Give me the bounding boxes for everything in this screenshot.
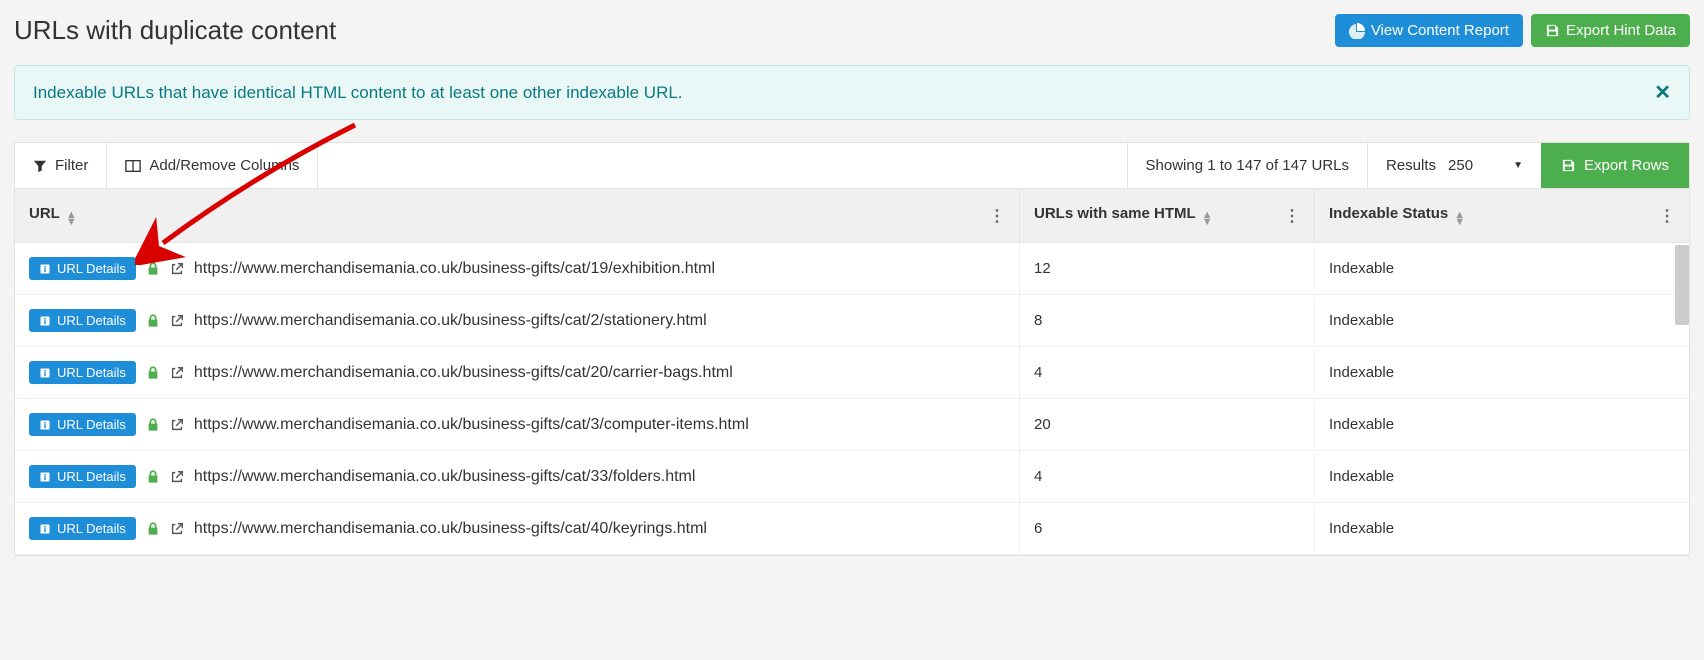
data-table: URL ▲▼ ⋮ URLs with same HTML ▲▼ ⋮ Indexabl… — [14, 188, 1690, 556]
export-rows-label: Export Rows — [1584, 157, 1669, 174]
info-alert: Indexable URLs that have identical HTML … — [14, 65, 1690, 120]
export-hint-data-button[interactable]: Export Hint Data — [1531, 14, 1690, 47]
external-link-icon[interactable] — [170, 418, 184, 432]
column-menu-icon[interactable]: ⋮ — [1659, 206, 1675, 226]
filter-button[interactable]: Filter — [15, 143, 107, 188]
sort-icon: ▲▼ — [66, 212, 77, 226]
lock-icon — [146, 313, 160, 328]
table-toolbar: Filter Add/Remove Columns Showing 1 to 1… — [14, 142, 1690, 188]
url-details-label: URL Details — [57, 469, 126, 484]
table-row: URL Details https://www.merchandisemania… — [15, 347, 1689, 399]
columns-icon — [125, 159, 141, 173]
url-text[interactable]: https://www.merchandisemania.co.uk/busin… — [194, 416, 749, 434]
results-value: 250 — [1448, 157, 1473, 174]
table-row: URL Details https://www.merchandisemania… — [15, 451, 1689, 503]
table-row: URL Details https://www.merchandisemania… — [15, 243, 1689, 295]
alert-text: Indexable URLs that have identical HTML … — [33, 83, 683, 103]
sort-icon: ▲▼ — [1202, 212, 1213, 226]
url-text[interactable]: https://www.merchandisemania.co.uk/busin… — [194, 520, 707, 538]
url-text[interactable]: https://www.merchandisemania.co.uk/busin… — [194, 312, 707, 330]
info-icon — [39, 471, 51, 483]
column-header-status-label: Indexable Status — [1329, 205, 1448, 222]
info-icon — [39, 263, 51, 275]
external-link-icon[interactable] — [170, 366, 184, 380]
url-details-button[interactable]: URL Details — [29, 257, 136, 280]
count-cell: 12 — [1020, 246, 1315, 291]
status-cell: Indexable — [1315, 402, 1689, 447]
count-cell: 8 — [1020, 298, 1315, 343]
status-cell: Indexable — [1315, 298, 1689, 343]
url-details-button[interactable]: URL Details — [29, 465, 136, 488]
info-icon — [39, 315, 51, 327]
view-content-report-button[interactable]: View Content Report — [1335, 14, 1523, 47]
export-hint-data-label: Export Hint Data — [1566, 22, 1676, 39]
export-rows-button[interactable]: Export Rows — [1541, 143, 1689, 188]
showing-count-text: Showing 1 to 147 of 147 URLs — [1146, 157, 1349, 174]
table-row: URL Details https://www.merchandisemania… — [15, 503, 1689, 555]
column-header-url-label: URL — [29, 205, 60, 222]
sort-icon: ▲▼ — [1454, 212, 1465, 226]
results-per-page[interactable]: Results 250 ▼ — [1367, 143, 1541, 188]
close-icon[interactable]: ✕ — [1654, 80, 1671, 105]
columns-label: Add/Remove Columns — [149, 157, 299, 174]
url-details-button[interactable]: URL Details — [29, 517, 136, 540]
status-cell: Indexable — [1315, 246, 1689, 291]
count-cell: 4 — [1020, 454, 1315, 499]
status-cell: Indexable — [1315, 506, 1689, 551]
toolbar-spacer — [318, 143, 1126, 188]
url-details-label: URL Details — [57, 261, 126, 276]
column-header-status[interactable]: Indexable Status ▲▼ ⋮ — [1315, 189, 1689, 242]
lock-icon — [146, 261, 160, 276]
page-title: URLs with duplicate content — [14, 15, 336, 46]
url-details-label: URL Details — [57, 417, 126, 432]
info-icon — [39, 523, 51, 535]
lock-icon — [146, 469, 160, 484]
filter-icon — [33, 159, 47, 173]
status-cell: Indexable — [1315, 350, 1689, 395]
lock-icon — [146, 521, 160, 536]
chevron-down-icon: ▼ — [1513, 160, 1523, 171]
url-details-button[interactable]: URL Details — [29, 413, 136, 436]
url-text[interactable]: https://www.merchandisemania.co.uk/busin… — [194, 468, 696, 486]
count-cell: 6 — [1020, 506, 1315, 551]
external-link-icon[interactable] — [170, 314, 184, 328]
info-icon — [39, 367, 51, 379]
add-remove-columns-button[interactable]: Add/Remove Columns — [107, 143, 318, 188]
column-header-count-label: URLs with same HTML — [1034, 205, 1196, 222]
url-details-label: URL Details — [57, 313, 126, 328]
info-icon — [39, 419, 51, 431]
lock-icon — [146, 417, 160, 432]
export-icon — [1561, 158, 1576, 173]
external-link-icon[interactable] — [170, 470, 184, 484]
view-content-report-label: View Content Report — [1371, 22, 1509, 39]
column-menu-icon[interactable]: ⋮ — [989, 206, 1005, 226]
filter-label: Filter — [55, 157, 88, 174]
url-details-button[interactable]: URL Details — [29, 309, 136, 332]
external-link-icon[interactable] — [170, 262, 184, 276]
scrollbar-thumb[interactable] — [1675, 245, 1689, 325]
count-cell: 20 — [1020, 402, 1315, 447]
column-header-url[interactable]: URL ▲▼ ⋮ — [15, 189, 1020, 242]
pie-chart-icon — [1349, 23, 1365, 39]
url-text[interactable]: https://www.merchandisemania.co.uk/busin… — [194, 260, 715, 278]
table-row: URL Details https://www.merchandisemania… — [15, 295, 1689, 347]
lock-icon — [146, 365, 160, 380]
column-menu-icon[interactable]: ⋮ — [1284, 206, 1300, 226]
showing-count: Showing 1 to 147 of 147 URLs — [1127, 143, 1367, 188]
external-link-icon[interactable] — [170, 522, 184, 536]
url-details-label: URL Details — [57, 521, 126, 536]
save-icon — [1545, 23, 1560, 38]
url-text[interactable]: https://www.merchandisemania.co.uk/busin… — [194, 364, 733, 382]
status-cell: Indexable — [1315, 454, 1689, 499]
count-cell: 4 — [1020, 350, 1315, 395]
url-details-button[interactable]: URL Details — [29, 361, 136, 384]
column-header-count[interactable]: URLs with same HTML ▲▼ ⋮ — [1020, 189, 1315, 242]
results-label: Results — [1386, 157, 1436, 174]
table-row: URL Details https://www.merchandisemania… — [15, 399, 1689, 451]
url-details-label: URL Details — [57, 365, 126, 380]
